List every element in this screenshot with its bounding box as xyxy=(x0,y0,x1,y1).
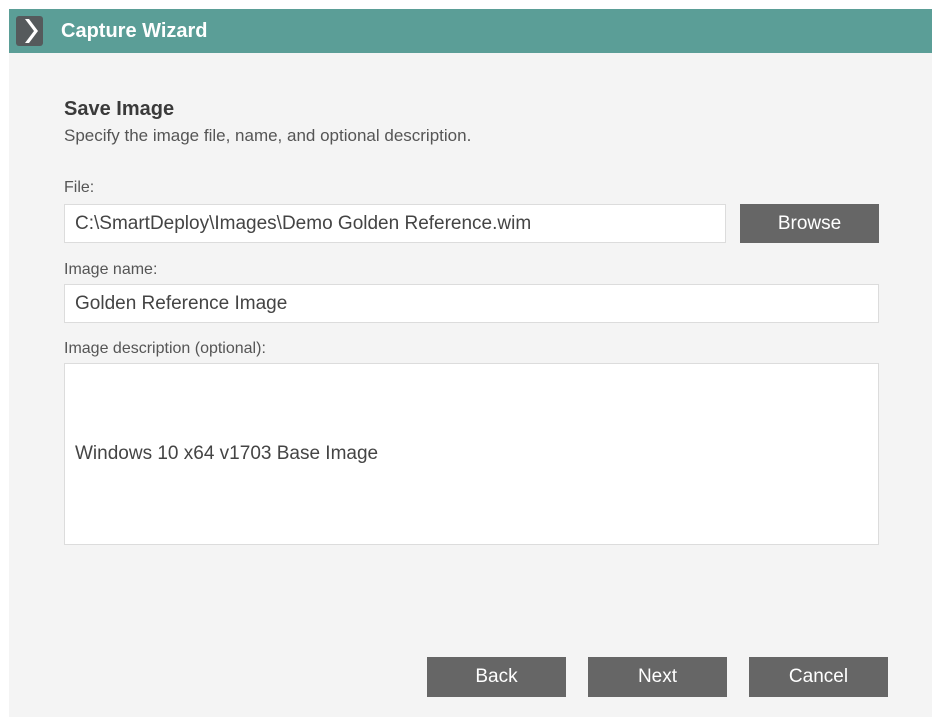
image-description-text: Windows 10 x64 v1703 Base Image xyxy=(75,443,379,464)
image-description-label: Image description (optional): xyxy=(64,340,266,357)
image-name-label: Image name: xyxy=(64,261,158,278)
browse-button[interactable]: Browse xyxy=(740,204,879,243)
chevron-right-icon xyxy=(16,16,43,46)
window-title: Capture Wizard xyxy=(61,20,208,42)
file-label: File: xyxy=(64,179,95,196)
title-bar: Capture Wizard xyxy=(9,9,932,53)
image-description-textarea[interactable]: Windows 10 x64 v1703 Base Image xyxy=(64,363,879,545)
cancel-button[interactable]: Cancel xyxy=(749,657,888,697)
image-name-input[interactable] xyxy=(64,284,879,323)
page-subtitle: Specify the image file, name, and option… xyxy=(64,126,472,145)
next-button[interactable]: Next xyxy=(588,657,727,697)
capture-wizard-window: Capture Wizard Save Image Specify the im… xyxy=(9,9,932,717)
page-title: Save Image xyxy=(64,98,175,120)
file-path-input[interactable] xyxy=(64,204,726,243)
back-button[interactable]: Back xyxy=(427,657,566,697)
